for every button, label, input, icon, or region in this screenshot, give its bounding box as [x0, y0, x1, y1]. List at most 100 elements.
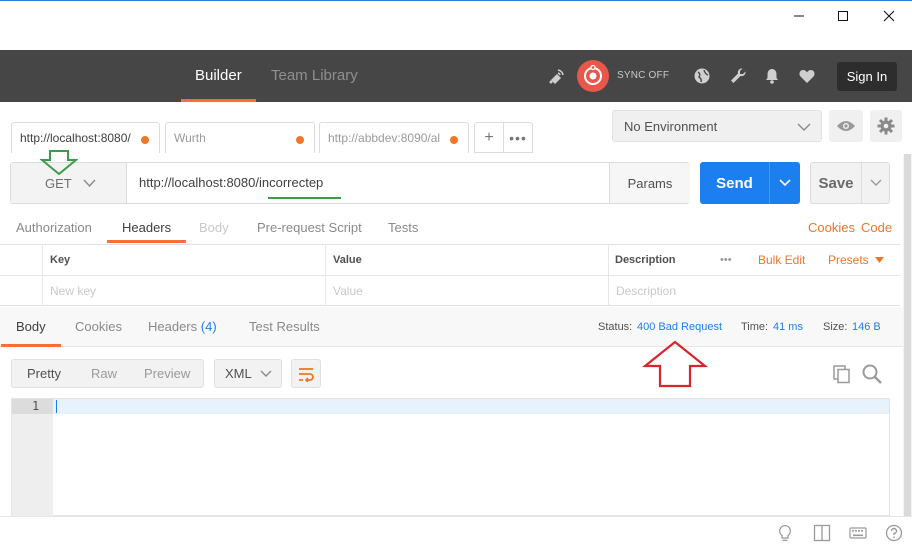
request-tab[interactable]: Wurth: [165, 122, 315, 153]
new-key-input[interactable]: New key: [50, 276, 96, 306]
send-options-button[interactable]: [770, 162, 800, 204]
chevron-down-icon: [797, 123, 811, 131]
presets-dropdown[interactable]: Presets: [828, 245, 885, 275]
column-header-value: Value: [333, 254, 362, 266]
format-label: XML: [225, 366, 252, 381]
params-button[interactable]: Params: [609, 163, 690, 203]
cookies-link[interactable]: Cookies: [808, 220, 855, 235]
save-button[interactable]: Save: [810, 162, 890, 204]
size-label: Size:: [823, 321, 848, 333]
unsaved-dot-icon: [141, 136, 149, 144]
tab-options-button[interactable]: •••: [504, 122, 533, 153]
satellite-icon[interactable]: [547, 66, 567, 86]
nav-tab-team-library[interactable]: Team Library: [271, 50, 358, 102]
response-tabs-bar: Body Cookies Headers (4) Test Results St…: [0, 307, 912, 347]
sync-button[interactable]: [577, 60, 609, 92]
column-header-key: Key: [50, 254, 71, 266]
sync-icon: [584, 65, 602, 85]
tab-authorization[interactable]: Authorization: [16, 212, 92, 243]
minimize-button[interactable]: [776, 5, 822, 27]
response-tab-test-results[interactable]: Test Results: [249, 307, 320, 347]
environment-selected-label: No Environment: [624, 118, 718, 134]
tab-headers[interactable]: Headers: [106, 212, 187, 243]
tab-pre-request-script[interactable]: Pre-request Script: [257, 212, 362, 243]
sign-in-button[interactable]: Sign In: [837, 62, 897, 91]
more-icon: •••: [509, 129, 527, 146]
plus-icon: +: [484, 128, 494, 146]
method-label: GET: [45, 175, 72, 191]
request-tab[interactable]: http://abbdev:8090/al: [319, 122, 469, 153]
sync-status-label: SYNC OFF: [617, 70, 670, 81]
globe-icon[interactable]: [692, 66, 712, 86]
response-tab-headers[interactable]: Headers (4): [148, 307, 217, 347]
environment-quick-look-button[interactable]: [829, 110, 863, 142]
search-response-button[interactable]: [861, 363, 883, 385]
view-preview-button[interactable]: Preview: [144, 360, 190, 387]
wrap-lines-icon: [299, 367, 314, 382]
gear-icon: [877, 117, 895, 135]
search-icon: [862, 364, 882, 384]
app-header: Builder Team Library SYNC OFF Sign In: [0, 50, 912, 102]
format-select[interactable]: XML: [214, 359, 282, 388]
code-link[interactable]: Code: [861, 220, 892, 235]
unsaved-dot-icon: [450, 136, 458, 144]
time-label: Time:: [741, 321, 769, 333]
chevron-down-icon: [83, 179, 96, 188]
chevron-down-icon: [260, 370, 272, 377]
vertical-scrollbar[interactable]: [903, 154, 912, 516]
chevron-down-icon: [779, 179, 791, 187]
view-mode-group: Pretty Raw Preview: [11, 359, 204, 388]
text-cursor: [56, 400, 57, 413]
bulk-edit-link[interactable]: Bulk Edit: [758, 245, 805, 275]
annotation-arrow-up-icon: [642, 340, 708, 388]
annotation-underline: [268, 197, 341, 199]
table-row: New key Value Description: [0, 276, 900, 307]
new-description-input[interactable]: Description: [616, 276, 676, 306]
time-value[interactable]: 41 ms: [773, 307, 803, 347]
new-tab-button[interactable]: +: [474, 122, 504, 153]
view-pretty-button[interactable]: Pretty: [27, 360, 61, 387]
bulb-icon[interactable]: [776, 524, 794, 542]
table-header-row: Key Value Description ••• Bulk Edit Pres…: [0, 245, 900, 276]
view-raw-button[interactable]: Raw: [91, 360, 117, 387]
tab-body[interactable]: Body: [199, 212, 229, 243]
chevron-down-icon: [870, 179, 882, 186]
wrap-lines-button[interactable]: [291, 359, 321, 388]
new-value-input[interactable]: Value: [333, 276, 363, 306]
scrollbar-thumb[interactable]: [904, 154, 911, 516]
close-button[interactable]: [866, 5, 912, 27]
more-options-icon[interactable]: •••: [720, 245, 732, 275]
response-tab-cookies[interactable]: Cookies: [75, 307, 122, 347]
line-number: 1: [32, 399, 40, 413]
keyboard-icon[interactable]: [849, 524, 867, 542]
save-button-label: Save: [818, 174, 854, 192]
copy-icon: [833, 365, 850, 384]
presets-label: Presets: [828, 253, 869, 267]
environment-select[interactable]: No Environment: [612, 110, 822, 142]
size-value[interactable]: 146 B: [852, 307, 881, 347]
manage-environments-button[interactable]: [870, 110, 902, 142]
two-pane-icon[interactable]: [813, 524, 831, 542]
copy-response-button[interactable]: [832, 364, 852, 384]
maximize-icon: [838, 11, 848, 21]
response-tab-headers-label: Headers: [148, 319, 198, 334]
bell-icon[interactable]: [762, 66, 782, 86]
response-body-editor[interactable]: 1: [11, 398, 890, 517]
nav-tab-builder[interactable]: Builder: [181, 50, 256, 102]
response-tab-body[interactable]: Body: [1, 307, 61, 347]
help-icon[interactable]: [885, 524, 903, 542]
line-number-gutter: [12, 399, 53, 517]
wrench-icon[interactable]: [728, 66, 748, 86]
annotation-arrow-down-icon: [40, 150, 78, 176]
status-footer: [0, 516, 912, 548]
heart-icon[interactable]: [797, 66, 817, 86]
status-label: Status:: [598, 321, 633, 333]
tab-tests[interactable]: Tests: [388, 212, 418, 243]
maximize-button[interactable]: [820, 5, 866, 27]
request-tab[interactable]: http://localhost:8080/: [11, 122, 160, 153]
request-tab-label: http://localhost:8080/: [20, 131, 131, 145]
save-options-button[interactable]: [862, 163, 890, 203]
send-button[interactable]: Send: [700, 162, 800, 204]
unsaved-dot-icon: [296, 136, 304, 144]
window-titlebar: [0, 0, 912, 50]
